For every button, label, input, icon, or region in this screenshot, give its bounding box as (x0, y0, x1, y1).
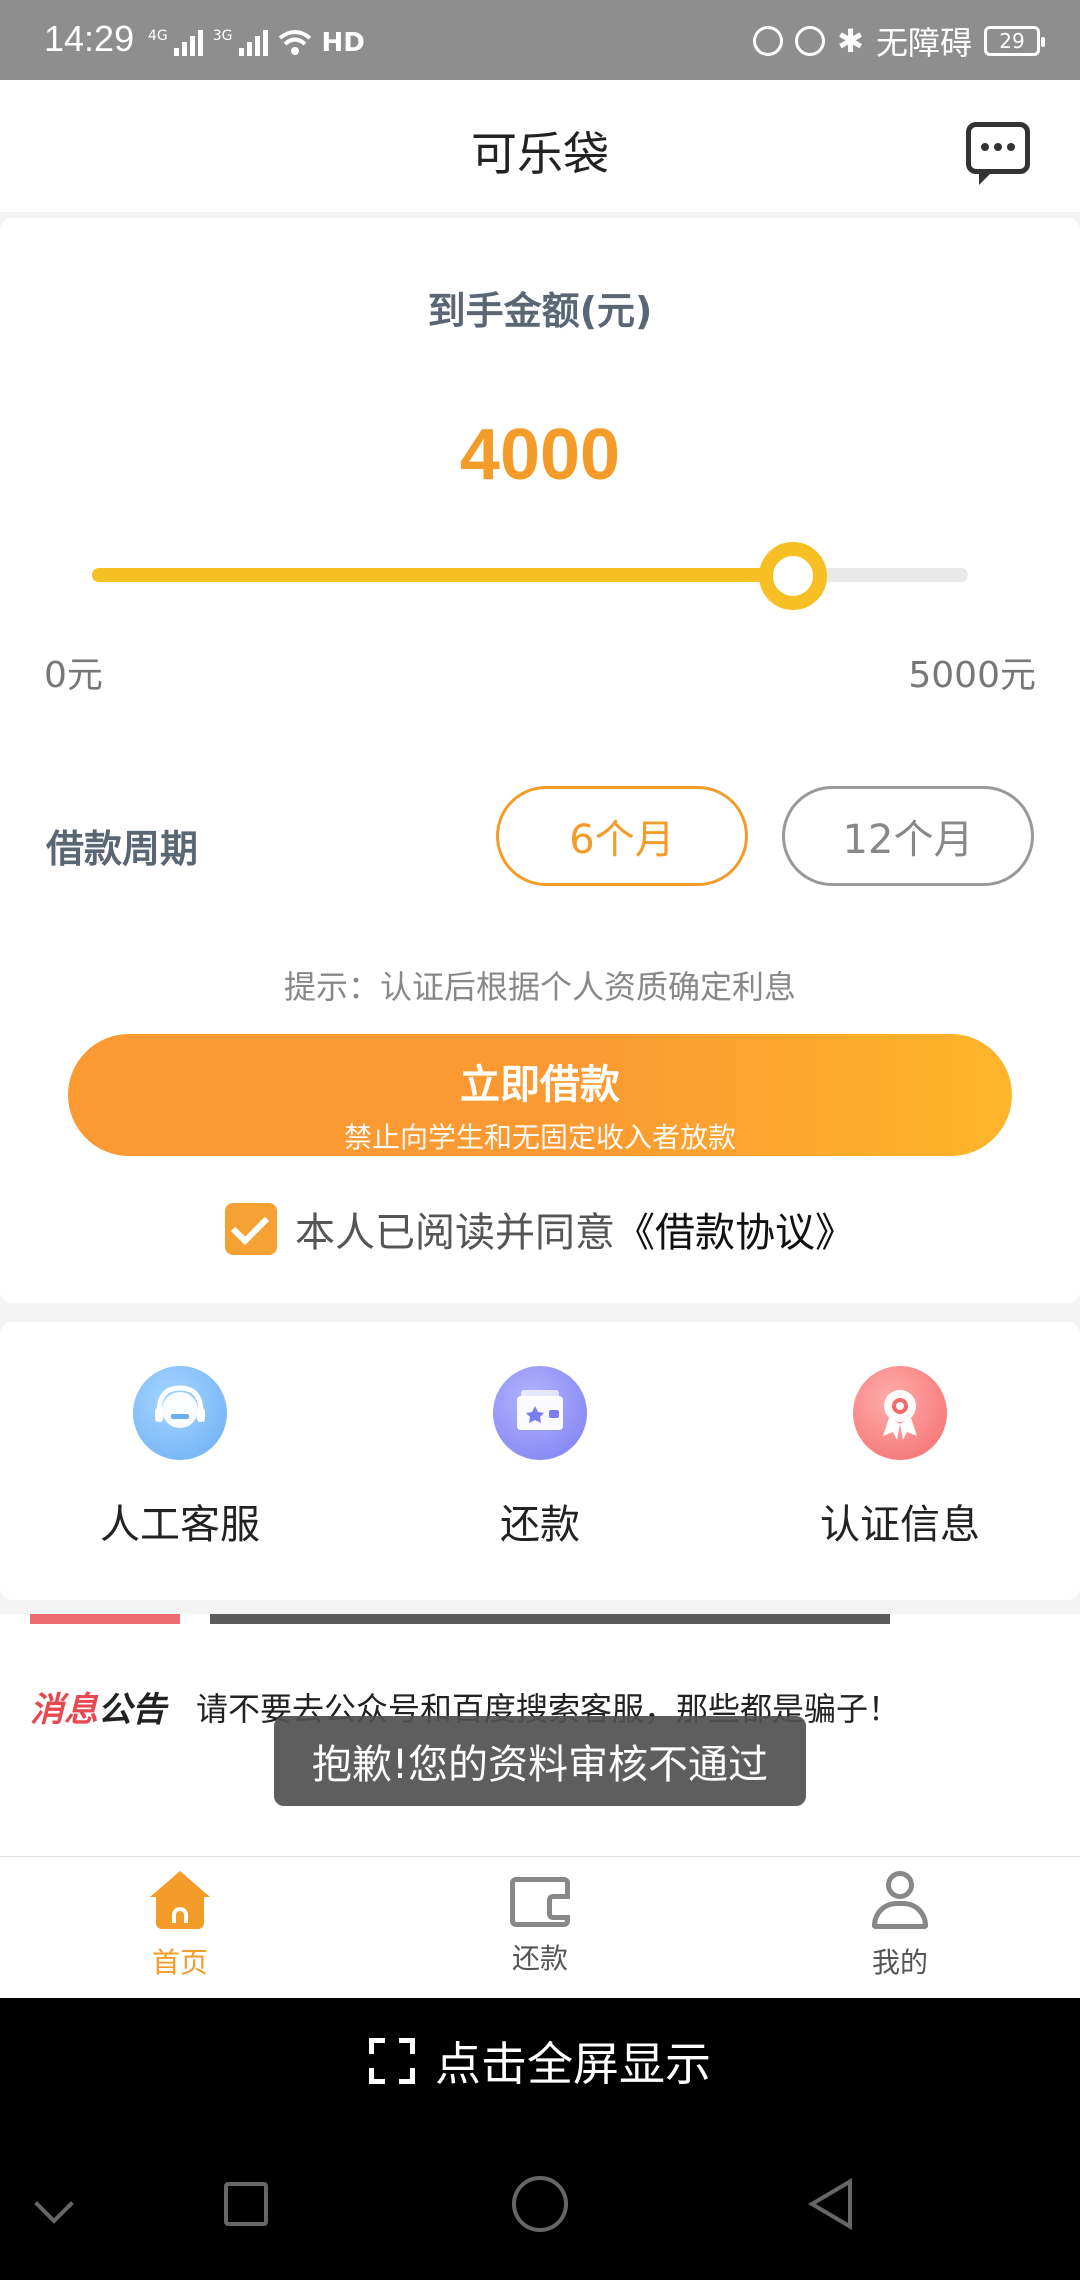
repay-action[interactable]: 还款 (390, 1366, 690, 1550)
customer-service-action[interactable]: 人工客服 (30, 1366, 330, 1550)
period-6-months-button[interactable]: 6个月 (496, 786, 748, 886)
network-label-1: 4G (148, 28, 168, 44)
fullscreen-button[interactable]: 点击全屏显示 (0, 2028, 1080, 2094)
wallet-card-icon (493, 1366, 587, 1460)
interest-hint: 提示：认证后根据个人资质确定利息 (283, 968, 796, 1006)
accessibility-label: 无障碍 (875, 24, 972, 62)
battery-icon: 29 (984, 26, 1045, 56)
agreement-row: 本人已阅读并同意 《借款协议》 (0, 1200, 1080, 1258)
battery-level: 29 (999, 29, 1025, 53)
user-icon (870, 1871, 930, 1931)
network-label-2: 3G (212, 28, 233, 44)
lock-rotation-icon (753, 26, 784, 56)
borrow-now-label: 立即借款 (460, 1062, 620, 1108)
slider-max-label: 5000元 (908, 655, 1036, 696)
customer-service-icon (133, 1366, 227, 1460)
app-header: 可乐袋 (0, 80, 1080, 212)
loan-period-label: 借款周期 (46, 827, 199, 871)
status-right-icons: ✱ 无障碍 29 (753, 18, 1045, 64)
wallet-icon (510, 1877, 570, 1927)
wifi-icon (278, 30, 311, 55)
system-navigation-bar (0, 2174, 1080, 2254)
agreement-checkbox[interactable] (225, 1203, 277, 1255)
notice-tag: 消息公告 (30, 1682, 166, 1731)
nav-repay[interactable]: 还款 (420, 1871, 660, 1977)
status-time: 14:29 (44, 18, 135, 59)
quick-actions: 人工客服 还款 认证信息 (0, 1322, 1080, 1600)
borrow-restriction-note: 禁止向学生和无固定收入者放款 (343, 1121, 736, 1154)
recents-square-icon[interactable] (224, 2182, 268, 2226)
bottom-nav: 首页 还款 我的 (0, 1856, 1080, 1998)
signal-4g-icon: 4G (148, 28, 203, 56)
page-title: 可乐袋 (471, 127, 609, 181)
nav-repay-label: 还款 (511, 1942, 568, 1975)
loan-card: 到手金额(元) 4000 0元 5000元 借款周期 6个月 12个月 提示：认… (0, 218, 1080, 1303)
certificate-badge-icon (853, 1366, 947, 1460)
certification-info-action[interactable]: 认证信息 (750, 1366, 1050, 1550)
hd-voice-icon: HD (321, 28, 365, 58)
nav-home-label: 首页 (151, 1946, 208, 1979)
screen: 14:29 4G 3G HD ✱ 无障碍 29 可乐袋 到手金额(元) 4000… (0, 0, 1080, 2280)
status-bar: 14:29 4G 3G HD ✱ 无障碍 29 (0, 0, 1080, 80)
notice-tag-red: 消息 (30, 1690, 98, 1730)
collapse-chevron-icon[interactable] (34, 2184, 74, 2224)
amount-value: 4000 (459, 415, 621, 495)
home-icon (150, 1871, 210, 1931)
system-overlay: 点击全屏显示 (0, 1998, 1080, 2280)
nav-mine-label: 我的 (871, 1946, 928, 1979)
fullscreen-label: 点击全屏显示 (435, 2037, 711, 2091)
loan-agreement-link[interactable]: 《借款协议》 (615, 1200, 855, 1258)
expand-icon (369, 2038, 415, 2084)
repay-label: 还款 (500, 1502, 580, 1548)
amount-slider-thumb[interactable] (758, 542, 827, 610)
agreement-text: 本人已阅读并同意 (295, 1210, 615, 1256)
slider-min-label: 0元 (44, 655, 103, 696)
toast-message: 抱歉!您的资料审核不通过 (274, 1716, 806, 1806)
borrow-now-button[interactable]: 立即借款 禁止向学生和无固定收入者放款 (68, 1034, 1012, 1156)
amount-slider-track[interactable] (92, 568, 968, 582)
notice-scrolling-previous (0, 1614, 1080, 1628)
status-left-icons: 4G 3G HD (148, 28, 365, 58)
certification-info-label: 认证信息 (820, 1502, 980, 1548)
period-12-months-button[interactable]: 12个月 (782, 786, 1034, 886)
message-icon[interactable] (966, 122, 1030, 185)
amount-label: 到手金额(元) (427, 289, 653, 333)
nav-mine[interactable]: 我的 (780, 1871, 1020, 1981)
bluetooth-icon: ✱ (837, 22, 864, 60)
alarm-icon (795, 26, 826, 56)
home-circle-icon[interactable] (512, 2176, 568, 2232)
amount-slider-fill (92, 568, 793, 582)
back-triangle-icon[interactable] (808, 2178, 852, 2230)
customer-service-label: 人工客服 (100, 1502, 260, 1548)
nav-home[interactable]: 首页 (60, 1871, 300, 1981)
notice-tag-dark: 公告 (98, 1690, 166, 1730)
signal-3g-icon: 3G (213, 28, 268, 56)
